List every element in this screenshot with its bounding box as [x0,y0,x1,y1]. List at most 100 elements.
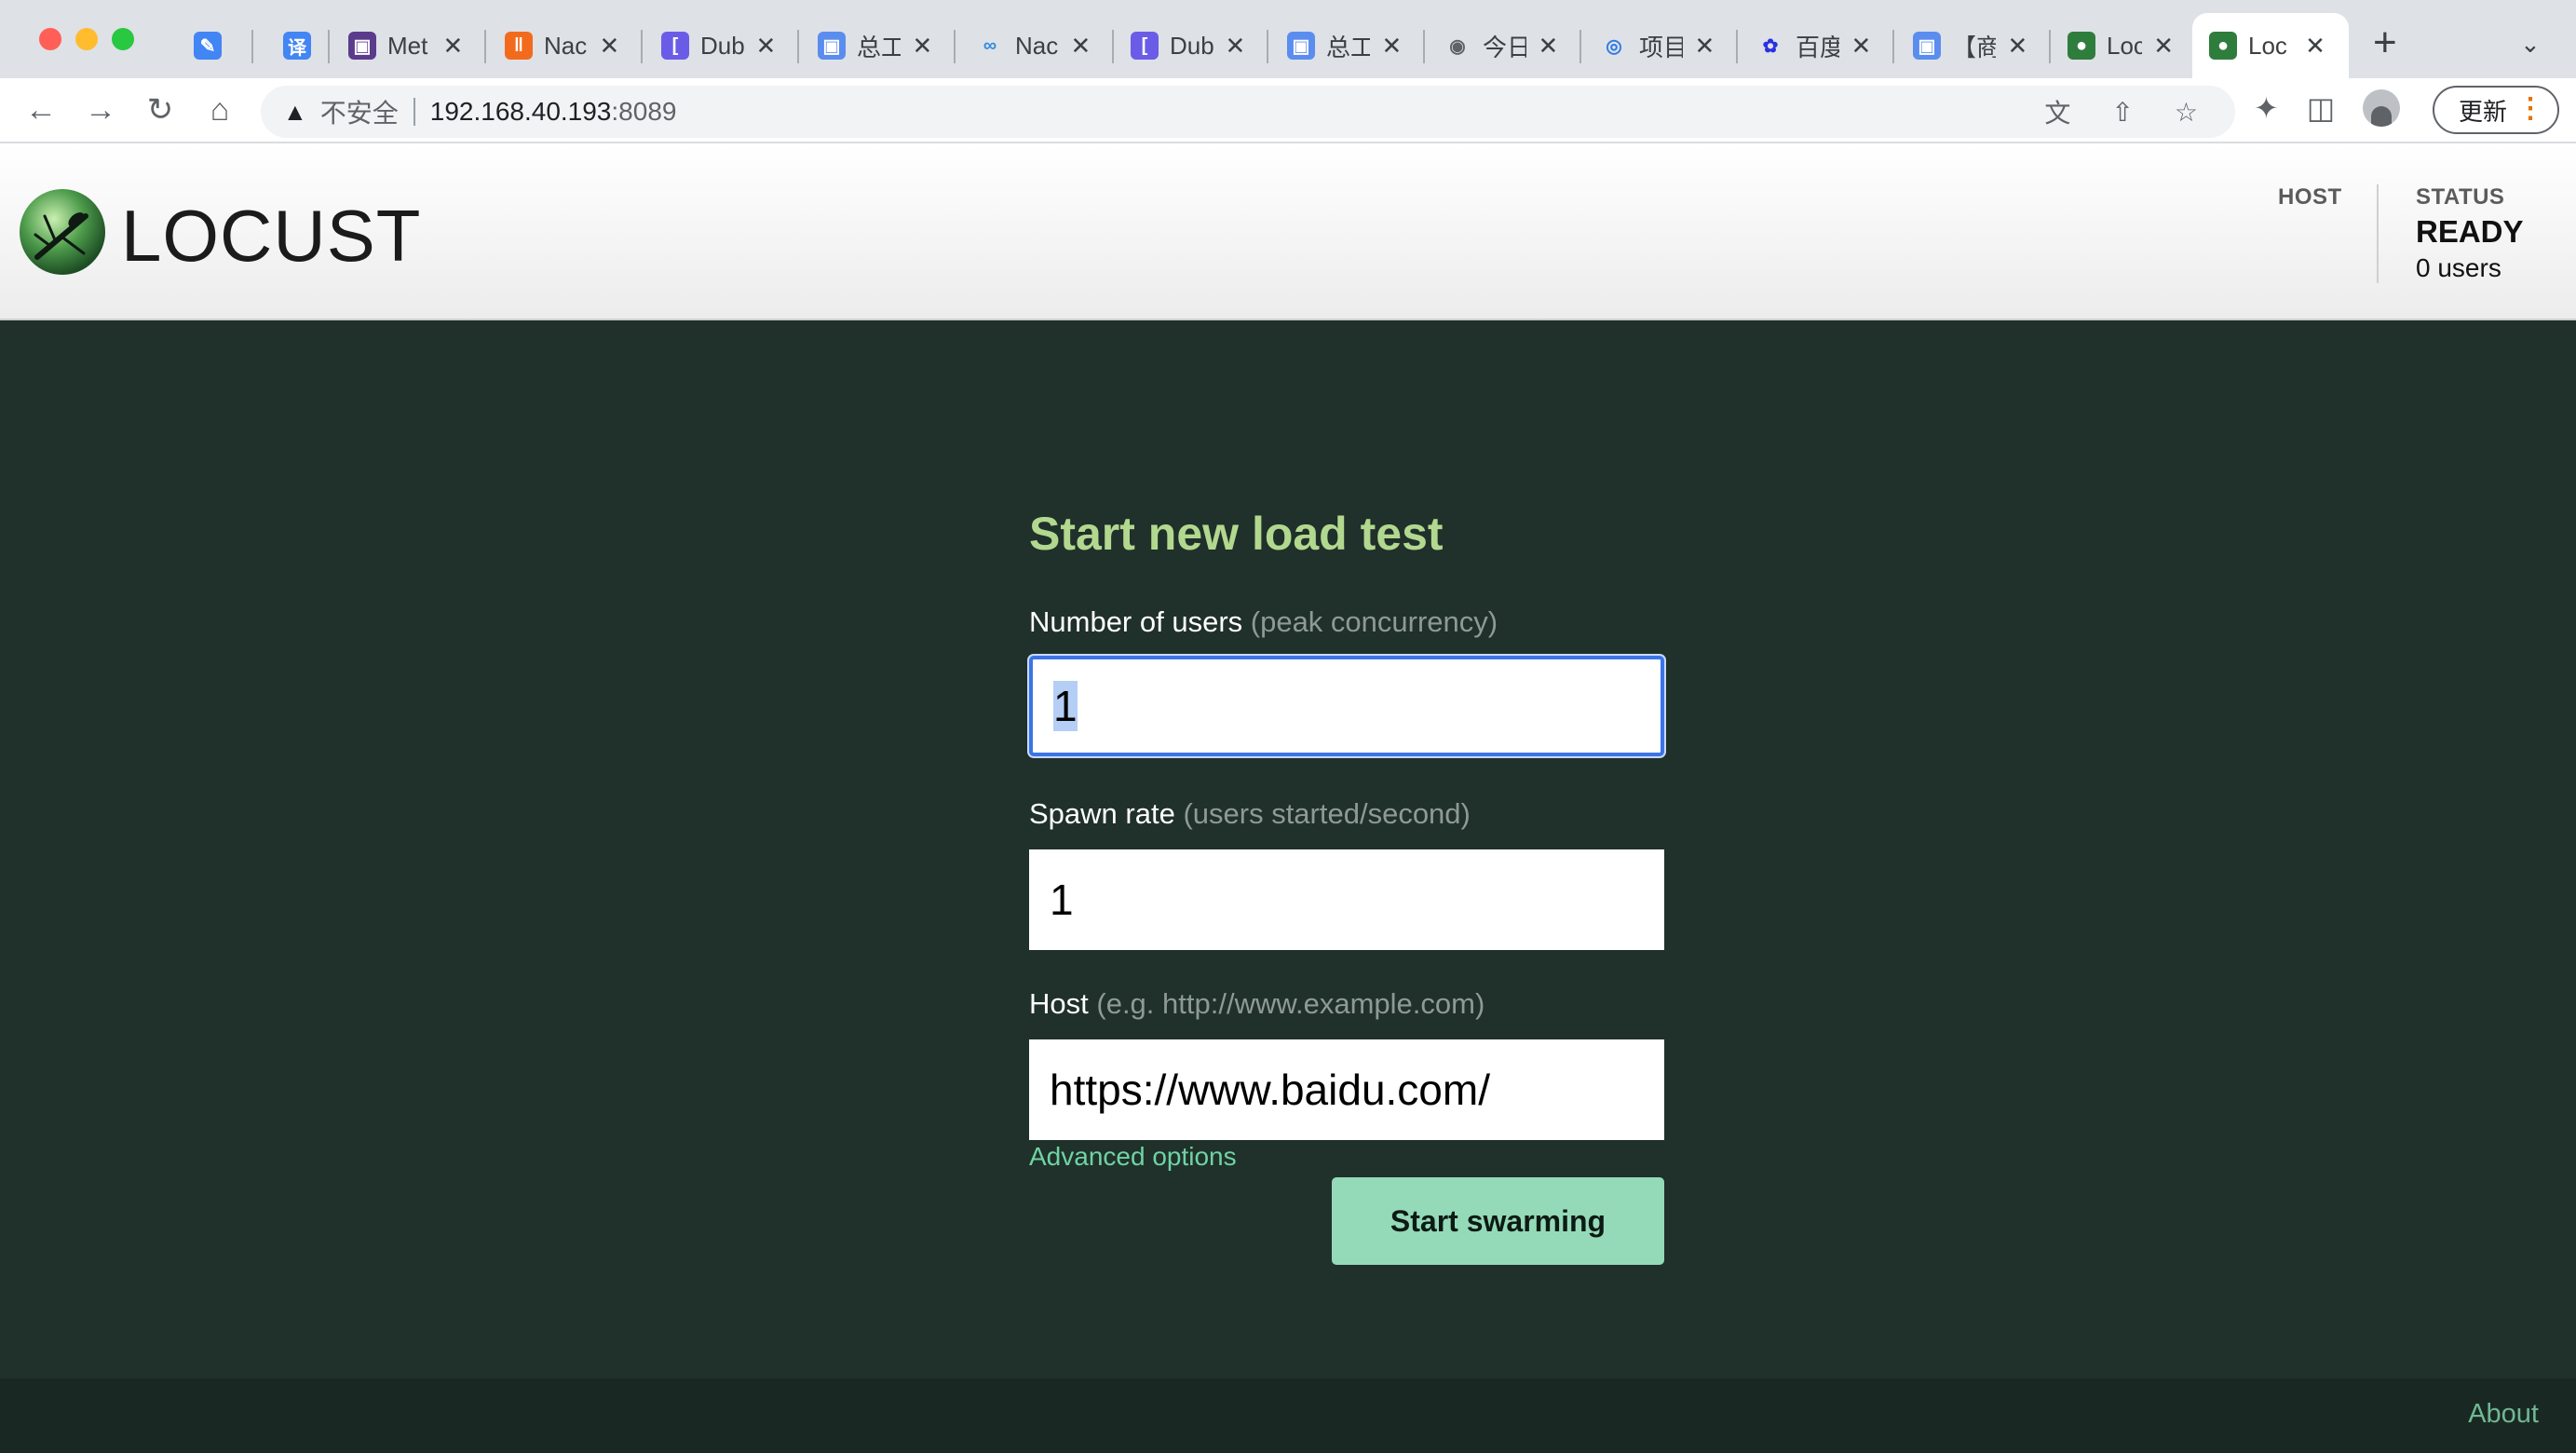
warning-triangle-icon[interactable]: ▲ [283,98,307,127]
globe-icon: ◉ [1449,35,1466,57]
translate-icon[interactable]: 文 [2044,93,2070,130]
tab-title: 项目 [1639,33,1683,61]
browser-tab[interactable]: ● Loc ✕ [2051,13,2190,78]
translate-icon: 译 [283,32,311,60]
tab-close-icon[interactable]: ✕ [1070,32,1091,61]
about-link[interactable]: About [2468,1399,2539,1430]
tab-close-icon[interactable]: ✕ [1381,32,1403,61]
forward-arrow-icon[interactable]: → [80,89,121,130]
users-hint: (peak concurrency) [1250,605,1498,638]
back-arrow-icon[interactable]: ← [20,89,61,130]
host-input[interactable]: https://www.baidu.com/ [1029,1039,1664,1140]
browser-tab-bar: ✎ 译 ▣ Met ✕ ‖ Nac ✕[Dub ✕ ▣ 总工 ✕ ∞ Nac ✕[Dub ✕ ▣ 总工 ✕ ◉ 今日 ✕ ◎… [0,0,2576,78]
start-swarming-button[interactable]: Start swarming [1332,1177,1664,1265]
host-info: HOST [2278,184,2342,210]
start-test-form: Start new load test Number of users (pea… [1029,507,1664,1265]
browser-tab[interactable]: ▣ 总工 ✕ [801,13,950,78]
tab-separator [797,30,799,63]
tab-title: Met [387,31,428,60]
tab-close-icon[interactable]: ✕ [755,32,777,61]
cube-icon: ▣ [348,32,376,60]
rate-label-text: Spawn rate [1029,797,1175,830]
url-port[interactable]: :8089 [611,97,676,127]
tab-close-icon[interactable]: ✕ [442,32,464,61]
window-zoom-button[interactable] [112,28,134,50]
address-bar[interactable]: ▲ 不安全 192.168.40.193:8089 文 ⇧ ☆ [261,86,2235,138]
alibaba-icon: ‖ [505,32,533,60]
tab-separator [328,30,330,63]
spawn-rate-input[interactable]: 1 [1029,849,1664,950]
host-label-text: Host [1029,987,1089,1020]
browser-tab[interactable]: ◎ 项目 ✕ [1583,13,1732,78]
window-close-button[interactable] [39,28,61,50]
home-icon[interactable]: ⌂ [199,89,240,130]
url-host[interactable]: 192.168.40.193 [430,97,612,127]
tab-close-icon[interactable]: ✕ [912,32,933,61]
reload-icon[interactable]: ↻ [140,89,181,130]
url-divider [413,98,415,126]
tab-separator [641,30,643,63]
tab-close-icon[interactable]: ✕ [1851,32,1872,61]
tab-close-icon[interactable]: ✕ [1538,32,1559,61]
browser-tab[interactable]: ✿ 百度 ✕ [1740,13,1889,78]
box-icon: ▣ [1287,32,1315,60]
extensions-puzzle-icon[interactable]: ✦ [2254,90,2279,126]
pen-icon: ✎ [194,32,222,60]
tab-close-icon[interactable]: ✕ [2007,32,2028,61]
tab-title: Loc [2248,31,2287,60]
browser-tab[interactable]: [Dub ✕ [1114,13,1263,78]
spawn-rate-field-label: Spawn rate (users started/second) [1029,797,1471,831]
tab-close-icon[interactable]: ✕ [599,32,620,61]
profile-avatar-icon[interactable] [2363,89,2401,127]
browser-tab[interactable]: ‖ Nac ✕ [488,13,637,78]
bracket-icon: [ [661,32,689,60]
side-panel-icon[interactable]: ◫ [2307,90,2335,126]
status-info: STATUS READY 0 users [2416,184,2524,283]
tab-separator [954,30,956,63]
browser-tab[interactable]: ▣ 总工 ✕ [1270,13,1419,78]
locust-logo-icon [20,189,105,275]
more-menu-icon[interactable]: ⋮ [2516,95,2544,123]
spawn-rate-input-value: 1 [1050,876,1074,924]
tab-separator [1736,30,1738,63]
window-minimize-button[interactable] [75,28,98,50]
tab-search-chevron-icon[interactable]: ⌄ [2520,30,2541,59]
rate-hint: (users started/second) [1183,797,1471,830]
bracket-icon: [ [1131,32,1159,60]
bookmark-star-icon[interactable]: ☆ [2175,97,2198,128]
browser-tab[interactable]: ✎ [177,13,248,78]
update-button[interactable]: 更新 ⋮ [2433,86,2559,134]
tab-close-icon[interactable]: ✕ [2304,32,2326,61]
browser-toolbar: ← → ↻ ⌂ ▲ 不安全 192.168.40.193:8089 文 ⇧ ☆ … [0,78,2576,143]
host-hint: (e.g. http://www.example.com) [1096,987,1485,1020]
browser-tab[interactable]: ◉ 今日 ✕ [1427,13,1576,78]
browser-tab[interactable]: ∞ Nac ✕ [959,13,1108,78]
tab-title: Nac [1015,31,1059,60]
tab-close-icon[interactable]: ✕ [1225,32,1246,61]
browser-tab[interactable]: ▣ Met ✕ [332,13,481,78]
browser-tab-active[interactable]: ● Loc ✕ [2192,13,2349,78]
not-secure-label[interactable]: 不安全 [320,93,399,130]
box-icon: ▣ [818,32,846,60]
tab-title: 百度 [1796,33,1839,61]
host-input-value: https://www.baidu.com/ [1050,1066,1490,1114]
infinity-icon: ∞ [983,34,997,56]
browser-tab[interactable]: 译 [266,13,324,78]
tab-close-icon[interactable]: ✕ [2153,32,2174,61]
advanced-options-link[interactable]: Advanced options [1029,1142,1237,1172]
locust-icon: ● [2209,32,2237,60]
user-count: 0 users [2416,253,2501,282]
browser-tab[interactable]: ▣ 【商 ✕ [1896,13,2045,78]
new-tab-icon[interactable]: + [2373,22,2397,63]
users-label-text: Number of users [1029,605,1243,638]
users-input[interactable]: 1 [1029,656,1664,756]
box-icon: ▣ [1913,32,1941,60]
paw-icon: ✿ [1762,35,1779,57]
form-title: Start new load test [1029,508,1444,560]
logo-wordmark: LOCUST [121,195,422,277]
share-icon[interactable]: ⇧ [2111,97,2133,128]
page-footer: About [0,1378,2576,1453]
tab-close-icon[interactable]: ✕ [1694,32,1715,61]
tab-separator [1892,30,1894,63]
browser-tab[interactable]: [Dub ✕ [644,13,793,78]
